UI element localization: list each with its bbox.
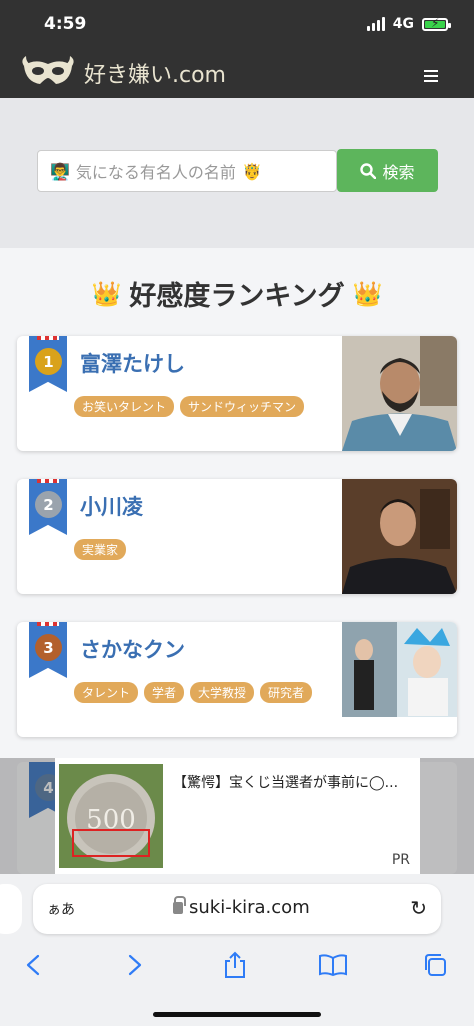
- crown-icon: 👑: [352, 279, 383, 308]
- tag[interactable]: 学者: [144, 682, 185, 703]
- network-label: 4G: [392, 16, 414, 32]
- tag[interactable]: 大学教授: [190, 682, 255, 703]
- reader-settings-button[interactable]: ぁあ: [47, 899, 75, 919]
- ranking-card-1[interactable]: 1 富澤たけし お笑いタレント サンドウィッチマン: [17, 336, 457, 451]
- person-emoji-icon: 👨‍🏫: [50, 161, 70, 181]
- site-logo[interactable]: 好き嫌い.com: [20, 54, 226, 92]
- menu-icon[interactable]: [424, 70, 438, 82]
- celebrity-photo[interactable]: [342, 622, 457, 737]
- tag[interactable]: お笑いタレント: [74, 396, 175, 417]
- ad-pr-label: PR: [391, 852, 410, 868]
- tag-list: タレント 学者 大学教授 研究者: [74, 682, 313, 703]
- top-bar: 4:59 4G ⚡ 好き嫌い.com: [0, 0, 474, 98]
- site-name: 好き嫌い.com: [84, 63, 226, 88]
- tag[interactable]: 研究者: [260, 682, 313, 703]
- back-icon[interactable]: [18, 950, 48, 980]
- search-input[interactable]: 👨‍🏫 気になる有名人の名前 🤴: [37, 150, 337, 192]
- mask-logo-icon: [22, 56, 74, 84]
- signal-icon: [366, 17, 385, 31]
- address-bar[interactable]: ぁあ suki-kira.com ↻: [33, 884, 441, 934]
- celebrity-photo[interactable]: [342, 479, 457, 594]
- previous-tab[interactable]: [0, 884, 22, 934]
- tag-list: 実業家: [74, 539, 127, 560]
- browser-toolbar: ぁあ suki-kira.com ↻: [0, 874, 474, 1026]
- ad-banner[interactable]: 500 【驚愕】宝くじ当選者が事前に◯... PR: [55, 758, 420, 874]
- silver-medal-icon: 2: [35, 491, 62, 518]
- search-placeholder: 気になる有名人の名前: [75, 163, 236, 182]
- ranking-card-2[interactable]: 2 小川凌 実業家: [17, 479, 457, 594]
- search-button-label: 検索: [382, 162, 415, 182]
- bronze-medal-icon: 3: [35, 634, 62, 661]
- tabs-icon[interactable]: [420, 950, 450, 980]
- tag[interactable]: サンドウィッチマン: [180, 396, 305, 417]
- reload-icon[interactable]: ↻: [410, 896, 427, 920]
- search-section: 👨‍🏫 気になる有名人の名前 🤴 検索: [0, 98, 474, 248]
- tag[interactable]: 実業家: [74, 539, 127, 560]
- url-text: suki-kira.com: [189, 897, 310, 918]
- status-indicators: 4G ⚡: [366, 16, 451, 32]
- url-display[interactable]: suki-kira.com: [173, 895, 310, 918]
- tag-list: お笑いタレント サンドウィッチマン: [74, 396, 305, 417]
- celebrity-name[interactable]: 富澤たけし: [80, 348, 185, 378]
- prince-emoji-icon: 🤴: [241, 161, 262, 181]
- ranking-heading: 👑 好感度ランキング 👑: [0, 274, 474, 313]
- celebrity-photo[interactable]: [342, 336, 457, 451]
- share-icon[interactable]: [220, 950, 250, 980]
- tag[interactable]: タレント: [74, 682, 139, 703]
- search-icon: [360, 162, 377, 179]
- celebrity-name[interactable]: 小川凌: [80, 491, 143, 521]
- battery-icon: ⚡: [422, 16, 451, 31]
- celebrity-name[interactable]: さかなクン: [80, 634, 185, 664]
- status-time: 4:59: [44, 14, 87, 34]
- navigation-bar: [0, 950, 474, 986]
- gold-medal-icon: 1: [35, 348, 62, 375]
- ranking-title: 好感度ランキング: [129, 281, 345, 312]
- search-button[interactable]: 検索: [337, 149, 438, 192]
- crown-icon: 👑: [91, 279, 122, 308]
- ranking-card-3[interactable]: 3 さかなクン タレント 学者 大学教授 研究者: [17, 622, 457, 737]
- forward-icon[interactable]: [120, 950, 150, 980]
- lock-icon: [173, 895, 186, 914]
- home-indicator[interactable]: [153, 1012, 321, 1017]
- bookmarks-icon[interactable]: [318, 950, 348, 980]
- ad-image[interactable]: 500: [59, 764, 163, 868]
- ad-headline[interactable]: 【驚愕】宝くじ当選者が事前に◯...: [173, 772, 398, 792]
